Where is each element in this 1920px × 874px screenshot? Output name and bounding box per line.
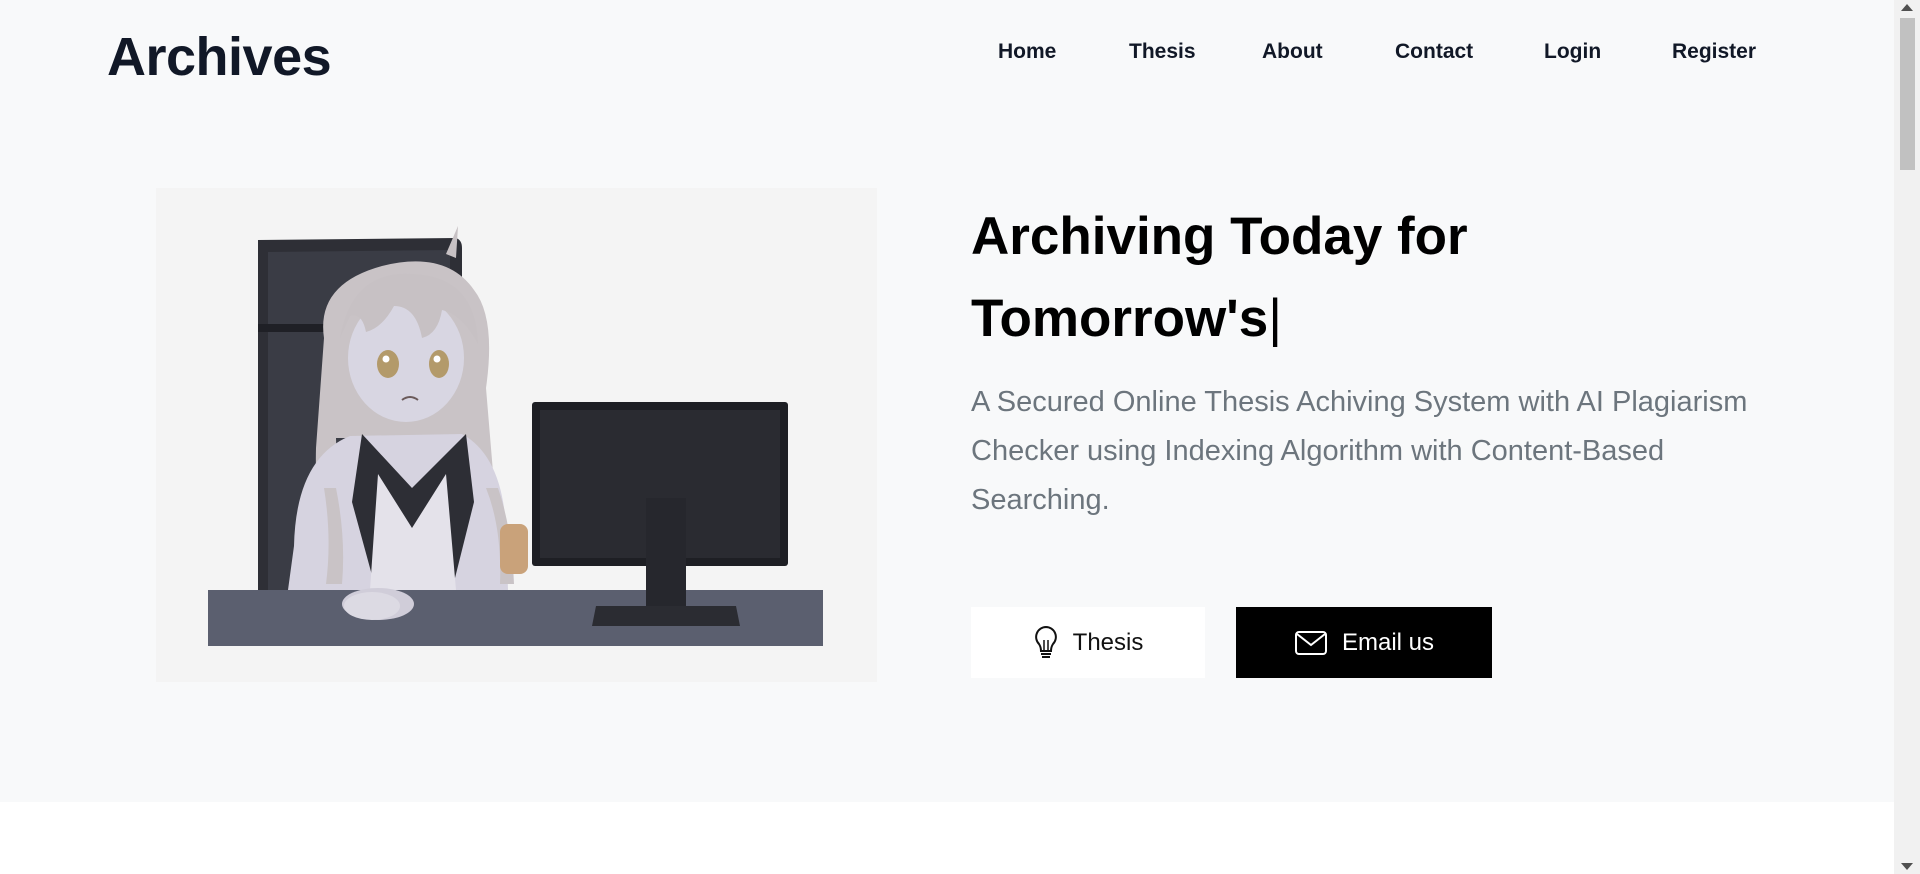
typing-cursor: | xyxy=(1268,289,1283,348)
vertical-scrollbar[interactable] xyxy=(1894,0,1920,874)
scrollbar-thumb[interactable] xyxy=(1900,18,1915,170)
thesis-button-label: Thesis xyxy=(1072,628,1144,656)
nav-home[interactable]: Home xyxy=(998,40,1056,64)
nav-login[interactable]: Login xyxy=(1544,40,1601,64)
girl-at-computer-image xyxy=(208,226,823,646)
scroll-up-arrow-icon[interactable] xyxy=(1901,4,1913,11)
main-nav: Home Thesis About Contact Login Register xyxy=(0,40,1894,70)
headline-line-1: Archiving Today for xyxy=(971,207,1468,266)
nav-about[interactable]: About xyxy=(1262,40,1323,64)
nav-contact[interactable]: Contact xyxy=(1395,40,1473,64)
thesis-button[interactable]: Thesis xyxy=(971,607,1205,678)
envelope-icon xyxy=(1294,630,1327,655)
lightbulb-icon xyxy=(1034,625,1057,658)
hero-headline: Archiving Today for Tomorrow's| xyxy=(971,196,1671,360)
page: Archives Home Thesis About Contact Login… xyxy=(0,0,1894,874)
nav-thesis[interactable]: Thesis xyxy=(1129,40,1196,64)
scroll-down-arrow-icon[interactable] xyxy=(1901,863,1913,870)
headline-line-2: Tomorrow's xyxy=(971,289,1269,348)
email-button-label: Email us xyxy=(1341,628,1435,656)
hero-illustration xyxy=(156,188,877,682)
email-us-button[interactable]: Email us xyxy=(1236,607,1492,678)
hero-subtitle: A Secured Online Thesis Achiving System … xyxy=(971,386,1748,516)
nav-register[interactable]: Register xyxy=(1672,40,1756,64)
